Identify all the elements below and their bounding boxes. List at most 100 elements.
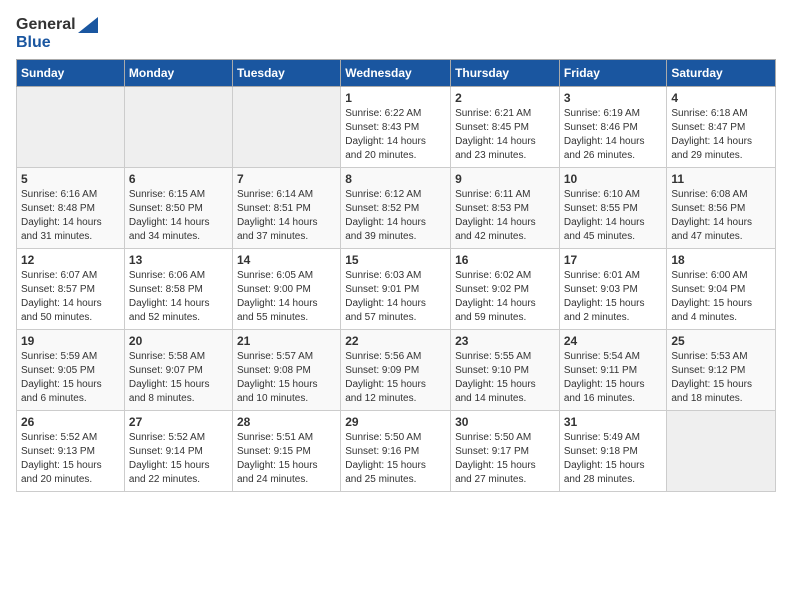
weekday-header-friday: Friday: [559, 60, 667, 87]
calendar-cell: 10Sunrise: 6:10 AMSunset: 8:55 PMDayligh…: [559, 168, 667, 249]
day-info: Sunrise: 6:07 AMSunset: 8:57 PMDaylight:…: [21, 269, 120, 325]
day-number: 10: [564, 172, 663, 186]
day-info: Sunrise: 5:50 AMSunset: 9:16 PMDaylight:…: [345, 431, 446, 487]
day-number: 22: [345, 334, 446, 348]
calendar-cell: 31 Sunrise: 5:49 AMSunset: 9:18 PMDayligh…: [559, 411, 667, 492]
day-info: Sunrise: 6:14 AMSunset: 8:51 PMDaylight:…: [237, 188, 336, 244]
day-number: 28: [237, 415, 336, 429]
day-number: 25: [671, 334, 771, 348]
logo: General Blue: [16, 16, 98, 51]
weekday-header-tuesday: Tuesday: [232, 60, 340, 87]
day-info: Sunrise: 6:21 AMSunset: 8:45 PMDaylight:…: [455, 107, 555, 163]
calendar-cell: 26 Sunrise: 5:52 AMSunset: 9:13 PMDayligh…: [17, 411, 125, 492]
day-info: Sunrise: 6:08 AMSunset: 8:56 PMDaylight:…: [671, 188, 771, 244]
logo-blue-text: Blue: [16, 34, 98, 52]
day-number: 4: [671, 91, 771, 105]
calendar-cell: 2 Sunrise: 6:21 AMSunset: 8:45 PMDaylight…: [451, 87, 560, 168]
day-number: 9: [455, 172, 555, 186]
calendar-cell: [232, 87, 340, 168]
calendar-cell: 19 Sunrise: 5:59 AMSunset: 9:05 PMDayligh…: [17, 330, 125, 411]
logo-arrow-icon: [78, 17, 98, 33]
day-info: Sunrise: 6:18 AMSunset: 8:47 PMDaylight:…: [671, 107, 771, 163]
calendar-week-5: 26 Sunrise: 5:52 AMSunset: 9:13 PMDayligh…: [17, 411, 776, 492]
day-info: Sunrise: 5:50 AMSunset: 9:17 PMDaylight:…: [455, 431, 555, 487]
day-number: 5: [21, 172, 120, 186]
day-number: 12: [21, 253, 120, 267]
weekday-header-sunday: Sunday: [17, 60, 125, 87]
day-info: Sunrise: 6:06 AMSunset: 8:58 PMDaylight:…: [129, 269, 228, 325]
day-info: Sunrise: 5:55 AMSunset: 9:10 PMDaylight:…: [455, 350, 555, 406]
day-info: Sunrise: 5:52 AMSunset: 9:13 PMDaylight:…: [21, 431, 120, 487]
day-number: 15: [345, 253, 446, 267]
day-number: 3: [564, 91, 663, 105]
calendar-cell: 8 Sunrise: 6:12 AMSunset: 8:52 PMDaylight…: [341, 168, 451, 249]
calendar-cell: 16 Sunrise: 6:02 AMSunset: 9:02 PMDayligh…: [451, 249, 560, 330]
day-number: 21: [237, 334, 336, 348]
day-info: Sunrise: 6:02 AMSunset: 9:02 PMDaylight:…: [455, 269, 555, 325]
calendar-cell: 7 Sunrise: 6:14 AMSunset: 8:51 PMDaylight…: [232, 168, 340, 249]
day-info: Sunrise: 5:57 AMSunset: 9:08 PMDaylight:…: [237, 350, 336, 406]
day-info: Sunrise: 6:15 AMSunset: 8:50 PMDaylight:…: [129, 188, 228, 244]
calendar-cell: 14 Sunrise: 6:05 AMSunset: 9:00 PMDayligh…: [232, 249, 340, 330]
calendar-cell: 22 Sunrise: 5:56 AMSunset: 9:09 PMDayligh…: [341, 330, 451, 411]
calendar-cell: 11Sunrise: 6:08 AMSunset: 8:56 PMDayligh…: [667, 168, 776, 249]
weekday-header-thursday: Thursday: [451, 60, 560, 87]
day-number: 18: [671, 253, 771, 267]
calendar-cell: 3 Sunrise: 6:19 AMSunset: 8:46 PMDaylight…: [559, 87, 667, 168]
calendar-cell: 29Sunrise: 5:50 AMSunset: 9:16 PMDayligh…: [341, 411, 451, 492]
day-number: 1: [345, 91, 446, 105]
day-info: Sunrise: 6:16 AMSunset: 8:48 PMDaylight:…: [21, 188, 120, 244]
day-number: 19: [21, 334, 120, 348]
logo-container: General Blue: [16, 16, 98, 51]
day-info: Sunrise: 6:00 AMSunset: 9:04 PMDaylight:…: [671, 269, 771, 325]
calendar-cell: 23Sunrise: 5:55 AMSunset: 9:10 PMDayligh…: [451, 330, 560, 411]
calendar-cell: 15 Sunrise: 6:03 AMSunset: 9:01 PMDayligh…: [341, 249, 451, 330]
calendar-cell: [667, 411, 776, 492]
calendar-cell: [17, 87, 125, 168]
calendar-cell: 6 Sunrise: 6:15 AMSunset: 8:50 PMDaylight…: [124, 168, 232, 249]
day-info: Sunrise: 5:56 AMSunset: 9:09 PMDaylight:…: [345, 350, 446, 406]
day-number: 2: [455, 91, 555, 105]
day-info: Sunrise: 5:51 AMSunset: 9:15 PMDaylight:…: [237, 431, 336, 487]
calendar-cell: 4 Sunrise: 6:18 AMSunset: 8:47 PMDaylight…: [667, 87, 776, 168]
page-header: General Blue: [16, 16, 776, 51]
calendar-cell: 20 Sunrise: 5:58 AMSunset: 9:07 PMDayligh…: [124, 330, 232, 411]
day-number: 7: [237, 172, 336, 186]
day-info: Sunrise: 5:59 AMSunset: 9:05 PMDaylight:…: [21, 350, 120, 406]
day-number: 31: [564, 415, 663, 429]
logo-general-text: General: [16, 16, 98, 34]
day-number: 14: [237, 253, 336, 267]
day-number: 24: [564, 334, 663, 348]
calendar-cell: 9 Sunrise: 6:11 AMSunset: 8:53 PMDaylight…: [451, 168, 560, 249]
calendar-cell: 30 Sunrise: 5:50 AMSunset: 9:17 PMDayligh…: [451, 411, 560, 492]
day-info: Sunrise: 5:53 AMSunset: 9:12 PMDaylight:…: [671, 350, 771, 406]
calendar-cell: 17Sunrise: 6:01 AMSunset: 9:03 PMDayligh…: [559, 249, 667, 330]
calendar-cell: 24 Sunrise: 5:54 AMSunset: 9:11 PMDayligh…: [559, 330, 667, 411]
calendar-cell: 1 Sunrise: 6:22 AMSunset: 8:43 PMDaylight…: [341, 87, 451, 168]
day-number: 26: [21, 415, 120, 429]
day-info: Sunrise: 6:19 AMSunset: 8:46 PMDaylight:…: [564, 107, 663, 163]
day-info: Sunrise: 5:52 AMSunset: 9:14 PMDaylight:…: [129, 431, 228, 487]
day-info: Sunrise: 6:05 AMSunset: 9:00 PMDaylight:…: [237, 269, 336, 325]
day-info: Sunrise: 5:54 AMSunset: 9:11 PMDaylight:…: [564, 350, 663, 406]
day-number: 6: [129, 172, 228, 186]
calendar-cell: 25 Sunrise: 5:53 AMSunset: 9:12 PMDayligh…: [667, 330, 776, 411]
day-number: 20: [129, 334, 228, 348]
calendar-cell: 21 Sunrise: 5:57 AMSunset: 9:08 PMDayligh…: [232, 330, 340, 411]
calendar-cell: 12 Sunrise: 6:07 AMSunset: 8:57 PMDayligh…: [17, 249, 125, 330]
day-info: Sunrise: 5:58 AMSunset: 9:07 PMDaylight:…: [129, 350, 228, 406]
day-number: 30: [455, 415, 555, 429]
day-info: Sunrise: 6:12 AMSunset: 8:52 PMDaylight:…: [345, 188, 446, 244]
day-number: 16: [455, 253, 555, 267]
day-number: 8: [345, 172, 446, 186]
calendar-cell: 28 Sunrise: 5:51 AMSunset: 9:15 PMDayligh…: [232, 411, 340, 492]
weekday-header-monday: Monday: [124, 60, 232, 87]
day-info: Sunrise: 6:22 AMSunset: 8:43 PMDaylight:…: [345, 107, 446, 163]
calendar-cell: 5 Sunrise: 6:16 AMSunset: 8:48 PMDaylight…: [17, 168, 125, 249]
day-number: 17: [564, 253, 663, 267]
day-info: Sunrise: 5:49 AMSunset: 9:18 PMDaylight:…: [564, 431, 663, 487]
day-info: Sunrise: 6:11 AMSunset: 8:53 PMDaylight:…: [455, 188, 555, 244]
day-info: Sunrise: 6:03 AMSunset: 9:01 PMDaylight:…: [345, 269, 446, 325]
calendar-week-2: 5 Sunrise: 6:16 AMSunset: 8:48 PMDaylight…: [17, 168, 776, 249]
calendar-cell: 13Sunrise: 6:06 AMSunset: 8:58 PMDayligh…: [124, 249, 232, 330]
